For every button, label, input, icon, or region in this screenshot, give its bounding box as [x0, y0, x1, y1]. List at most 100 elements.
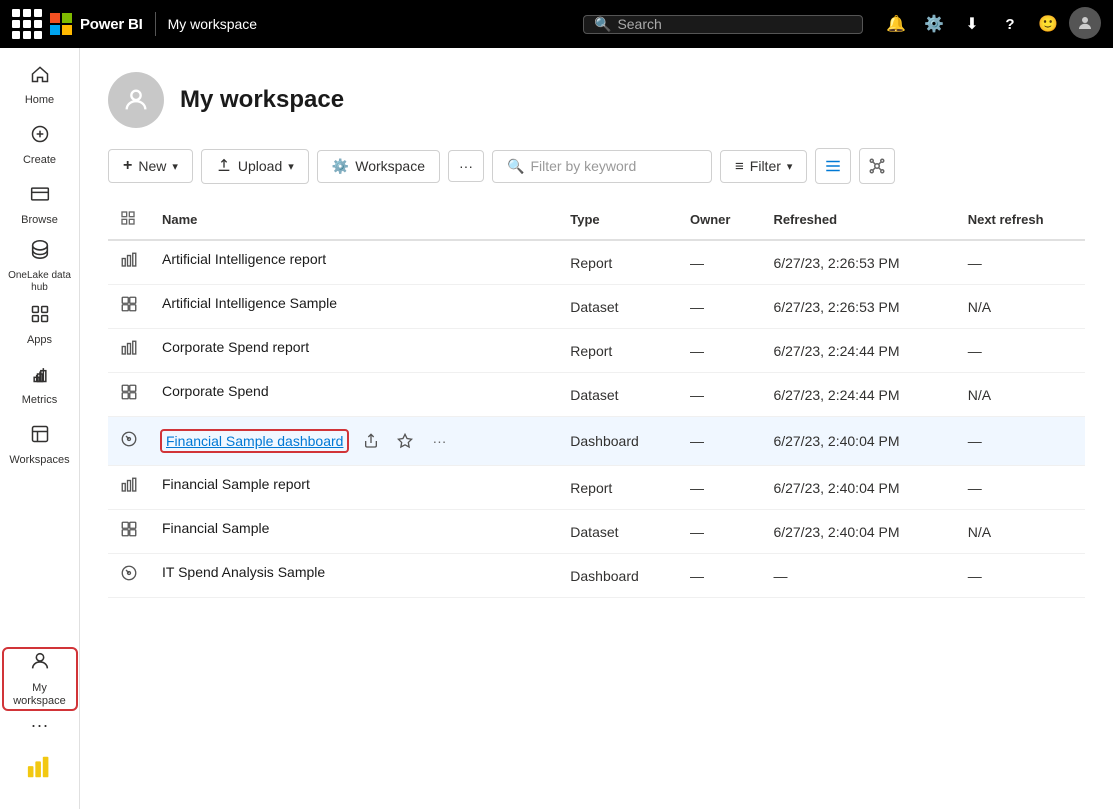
more-action-icon[interactable]: ··· [425, 427, 453, 455]
row-name-cell: Corporate Spend report [150, 329, 558, 365]
row-type-cell: Report [558, 240, 678, 285]
row-refreshed-cell: 6/27/23, 2:24:44 PM [761, 373, 955, 417]
row-name-cell: Artificial Intelligence report [150, 241, 558, 277]
filter-button[interactable]: ≡ Filter ▾ [720, 150, 807, 183]
row-type-icon [108, 373, 150, 417]
network-view-button[interactable] [859, 148, 895, 184]
plus-icon: + [123, 157, 132, 175]
list-view-button[interactable] [815, 148, 851, 184]
row-name-cell: IT Spend Analysis Sample [150, 554, 558, 590]
row-nextrefresh-cell: — [956, 240, 1085, 285]
row-type-cell: Report [558, 466, 678, 510]
item-name-text: Financial Sample report [162, 476, 310, 492]
sidebar-item-myworkspace[interactable]: My workspace [4, 649, 76, 709]
row-owner-cell: — [678, 510, 761, 554]
new-chevron-icon: ▾ [172, 160, 178, 173]
table-row: Financial Sample report Report — 6/27/23… [108, 466, 1085, 510]
create-icon [30, 124, 50, 150]
item-name-text: Financial Sample [162, 520, 269, 536]
sidebar-item-label: Workspaces [9, 454, 69, 467]
row-type-cell: Dataset [558, 285, 678, 329]
row-owner-cell: — [678, 373, 761, 417]
sidebar-item-label: Browse [21, 214, 58, 227]
item-name-link[interactable]: Financial Sample dashboard [166, 433, 343, 449]
upload-icon [216, 157, 232, 176]
sidebar-item-metrics[interactable]: Metrics [4, 356, 76, 416]
user-avatar[interactable] [1069, 7, 1101, 39]
table-row: Financial Sample Dataset — 6/27/23, 2:40… [108, 510, 1085, 554]
page-avatar [108, 72, 164, 128]
row-nextrefresh-cell: N/A [956, 373, 1085, 417]
sidebar-item-create[interactable]: Create [4, 116, 76, 176]
row-refreshed-cell: 6/27/23, 2:40:04 PM [761, 466, 955, 510]
sidebar-item-browse[interactable]: Browse [4, 176, 76, 236]
more-toolbar-button[interactable]: ··· [448, 150, 484, 182]
myworkspace-icon [29, 650, 51, 678]
share-action-icon[interactable] [357, 427, 385, 455]
row-type-icon [108, 554, 150, 598]
page-header: My workspace [108, 72, 1085, 128]
col-name-header[interactable]: Name [150, 200, 558, 240]
row-refreshed-cell: 6/27/23, 2:40:04 PM [761, 417, 955, 466]
search-icon: 🔍 [594, 16, 611, 33]
sidebar-item-apps[interactable]: Apps [4, 296, 76, 356]
workspaces-icon [30, 424, 50, 450]
onelake-icon [29, 238, 51, 266]
settings-button[interactable]: ⚙️ [917, 7, 951, 41]
sidebar-item-home[interactable]: Home [4, 56, 76, 116]
home-icon [30, 64, 50, 90]
powerbi-logo[interactable] [26, 741, 54, 793]
apps-grid-icon[interactable] [12, 9, 42, 39]
sidebar-item-onelake[interactable]: OneLake data hub [4, 236, 76, 296]
sidebar-item-label: OneLake data hub [8, 270, 72, 294]
topbar-workspace-label[interactable]: My workspace [168, 16, 257, 32]
row-actions: ··· [357, 427, 453, 455]
search-bar[interactable]: 🔍 [583, 15, 863, 34]
col-icon [108, 200, 150, 240]
row-owner-cell: — [678, 240, 761, 285]
help-button[interactable]: ? [993, 7, 1027, 41]
row-nextrefresh-cell: N/A [956, 285, 1085, 329]
filter-search-icon: 🔍 [507, 158, 524, 175]
sidebar-item-label: My workspace [8, 682, 72, 708]
row-nextrefresh-cell: — [956, 329, 1085, 373]
row-name-cell[interactable]: Financial Sample dashboard ··· [150, 417, 558, 465]
notification-button[interactable]: 🔔 [879, 7, 913, 41]
workspace-button[interactable]: ⚙️ Workspace [317, 150, 440, 183]
favorite-action-icon[interactable] [391, 427, 419, 455]
sidebar-bottom: My workspace ··· [4, 649, 76, 809]
items-table: Name Type Owner Refreshed Next refresh A… [108, 200, 1085, 598]
topbar: Power BI My workspace 🔍 🔔 ⚙️ ⬇ ? 🙂 [0, 0, 1113, 48]
new-button[interactable]: + New ▾ [108, 149, 193, 183]
row-owner-cell: — [678, 554, 761, 598]
item-name-text: Corporate Spend report [162, 339, 309, 355]
row-type-cell: Dataset [558, 373, 678, 417]
table-row: Artificial Intelligence Sample Dataset —… [108, 285, 1085, 329]
row-refreshed-cell: 6/27/23, 2:26:53 PM [761, 240, 955, 285]
browse-icon [30, 184, 50, 210]
main-content: My workspace + New ▾ Upload ▾ ⚙️ Workspa… [80, 48, 1113, 809]
sidebar-item-workspaces[interactable]: Workspaces [4, 416, 76, 476]
sidebar-more-button[interactable]: ··· [20, 713, 60, 737]
sidebar-item-label: Home [25, 94, 54, 107]
more-icon: ··· [459, 158, 473, 174]
row-type-cell: Report [558, 329, 678, 373]
item-name-text: IT Spend Analysis Sample [162, 564, 325, 580]
upload-button[interactable]: Upload ▾ [201, 149, 309, 184]
row-owner-cell: — [678, 329, 761, 373]
table-row: Corporate Spend Dataset — 6/27/23, 2:24:… [108, 373, 1085, 417]
feedback-button[interactable]: 🙂 [1031, 7, 1065, 41]
page-title: My workspace [180, 86, 344, 114]
item-name-text: Corporate Spend [162, 383, 269, 399]
download-button[interactable]: ⬇ [955, 7, 989, 41]
search-input[interactable] [617, 16, 852, 32]
row-name-cell: Corporate Spend [150, 373, 558, 409]
row-nextrefresh-cell: — [956, 466, 1085, 510]
filter-keyword-input[interactable] [530, 158, 697, 174]
row-owner-cell: — [678, 285, 761, 329]
apps-icon [30, 304, 50, 330]
sidebar-item-label: Create [23, 154, 56, 167]
filter-chevron-icon: ▾ [787, 160, 793, 173]
table-row: Financial Sample dashboard ··· Dashboard… [108, 417, 1085, 466]
filter-input[interactable]: 🔍 [492, 150, 712, 183]
